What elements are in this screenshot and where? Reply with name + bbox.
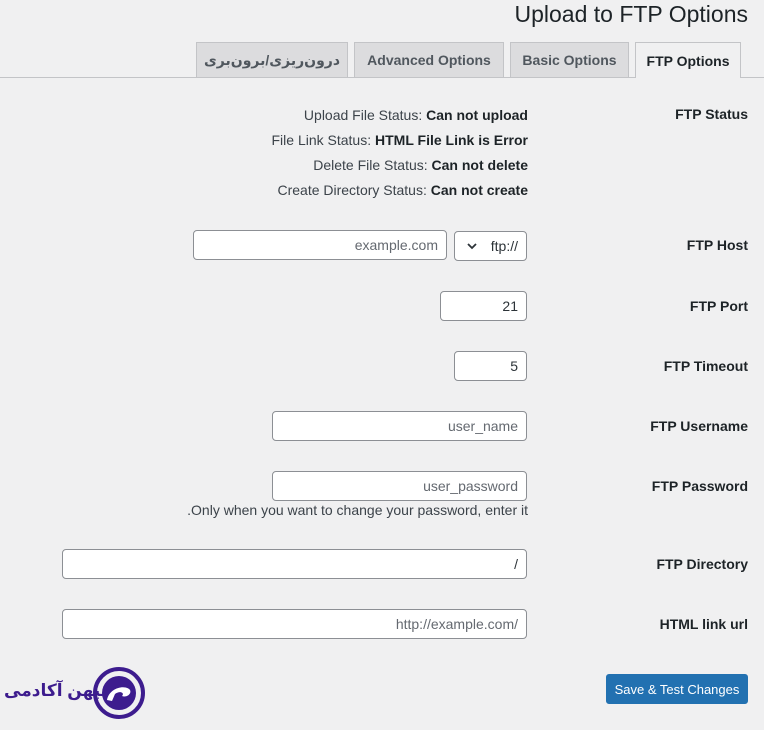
password-help-text: .Only when you want to change your passw… (187, 502, 528, 518)
html-link-url-input[interactable]: http://example.com/ (62, 609, 527, 639)
ftp-directory-input[interactable]: / (62, 549, 527, 579)
ftp-host-input[interactable]: example.com (193, 230, 447, 260)
status-key: Create Directory Status: (277, 182, 427, 198)
status-key: Upload File Status: (303, 107, 423, 123)
status-key: File Link Status: (271, 132, 372, 148)
ftp-password-label: FTP Password (651, 478, 748, 494)
ftp-timeout-input[interactable]: 5 (454, 351, 527, 381)
protocol-value: ftp:// (490, 238, 518, 254)
protocol-select[interactable]: ftp:// (454, 231, 527, 261)
brand-emblem-icon (93, 667, 145, 719)
status-key: Delete File Status: (313, 157, 428, 173)
status-value: Can not create (430, 182, 528, 198)
chevron-down-icon (467, 243, 477, 250)
ftp-password-input[interactable]: user_password (272, 471, 527, 501)
upload-file-status: Upload File Status: Can not upload (304, 107, 528, 123)
ftp-directory-label: FTP Directory (656, 556, 748, 572)
html-link-url-label: HTML link url (659, 616, 748, 632)
file-link-status: File Link Status: HTML File Link is Erro… (272, 132, 529, 148)
tab-basic-options[interactable]: Basic Options (510, 42, 629, 77)
ftp-port-input[interactable]: 21 (440, 291, 527, 321)
tab-advanced-options[interactable]: Advanced Options (354, 42, 504, 77)
delete-file-status: Delete File Status: Can not delete (313, 157, 528, 173)
ftp-port-label: FTP Port (689, 298, 748, 314)
tab-import-export[interactable]: درون‌ریزی/برون‌بری (196, 42, 348, 77)
create-directory-status: Create Directory Status: Can not create (277, 182, 528, 198)
status-value: HTML File Link is Error (375, 132, 528, 148)
tab-ftp-options[interactable]: FTP Options (635, 42, 741, 78)
ftp-host-label: FTP Host (686, 237, 748, 253)
ftp-status-label: FTP Status (675, 106, 748, 122)
ftp-username-label: FTP Username (650, 418, 748, 434)
ftp-username-input[interactable]: user_name (272, 411, 527, 441)
status-value: Can not delete (431, 157, 528, 173)
brand-logo: میهن آکادمی (4, 665, 154, 721)
page-title: Upload to FTP Options (514, 1, 748, 27)
status-value: Can not upload (426, 107, 528, 123)
ftp-timeout-label: FTP Timeout (663, 358, 748, 374)
save-test-changes-button[interactable]: Save & Test Changes (606, 674, 748, 704)
